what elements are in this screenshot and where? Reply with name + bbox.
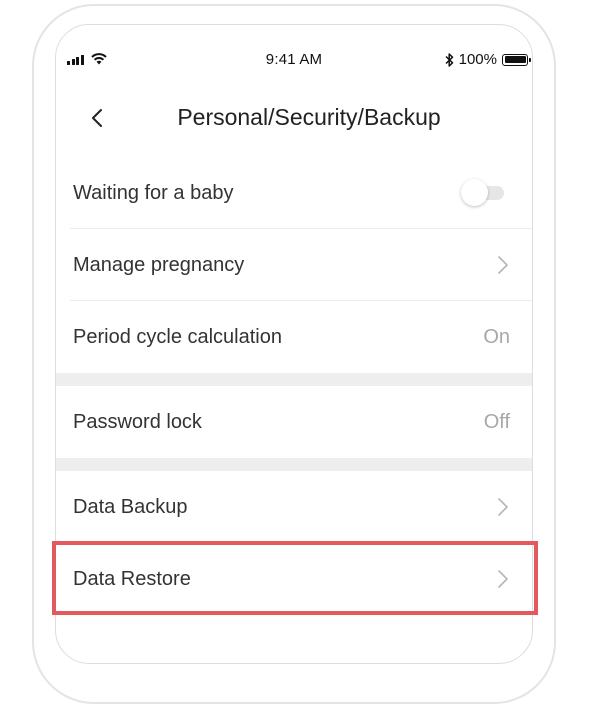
period-cycle-label: Period cycle calculation xyxy=(73,325,282,348)
data-restore-label: Data Restore xyxy=(73,567,191,590)
chevron-right-icon xyxy=(498,256,508,274)
toggle-knob xyxy=(461,179,488,206)
battery-percent: 100% xyxy=(458,51,497,68)
phone-screen: 9:41 AM 100% Personal/Security/Backup Wa… xyxy=(55,24,533,664)
chevron-right-icon xyxy=(498,570,508,588)
data-restore-row[interactable]: Data Restore xyxy=(56,543,532,615)
period-cycle-value: On xyxy=(483,325,510,348)
password-lock-label: Password lock xyxy=(73,410,202,433)
status-bar-right: 100% xyxy=(445,51,531,68)
period-cycle-row[interactable]: Period cycle calculation On xyxy=(56,301,532,373)
chevron-right-icon xyxy=(498,498,508,516)
password-lock-value: Off xyxy=(483,410,510,433)
battery-icon xyxy=(502,53,531,66)
waiting-for-baby-label: Waiting for a baby xyxy=(73,181,234,204)
data-backup-label: Data Backup xyxy=(73,495,188,518)
waiting-for-baby-toggle[interactable] xyxy=(461,179,504,206)
manage-pregnancy-label: Manage pregnancy xyxy=(73,253,245,276)
section-divider xyxy=(56,373,532,386)
manage-pregnancy-row[interactable]: Manage pregnancy xyxy=(56,229,532,301)
waiting-for-baby-row: Waiting for a baby xyxy=(56,157,532,229)
page-title: Personal/Security/Backup xyxy=(177,104,441,130)
nav-bar: Personal/Security/Backup xyxy=(56,95,532,139)
password-lock-row[interactable]: Password lock Off xyxy=(56,386,532,458)
status-bar: 9:41 AM 100% xyxy=(56,25,532,95)
section-divider xyxy=(56,458,532,471)
bluetooth-icon xyxy=(445,52,453,67)
settings-list: Waiting for a baby Manage pregnancy Peri… xyxy=(56,157,532,615)
data-backup-row[interactable]: Data Backup xyxy=(56,471,532,543)
